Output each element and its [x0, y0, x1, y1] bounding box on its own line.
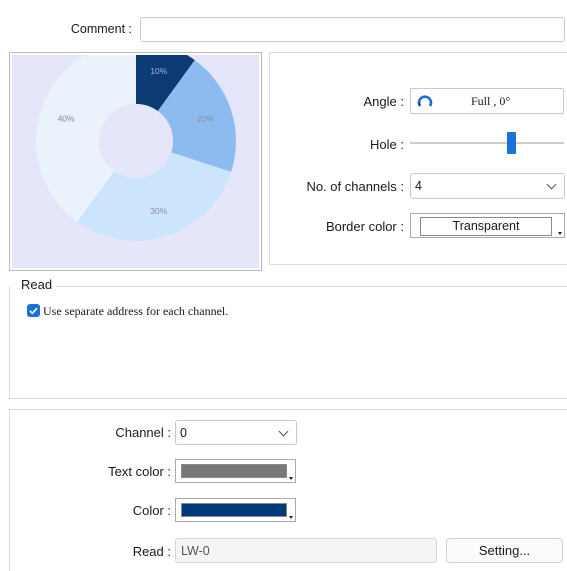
angle-label: Angle : — [363, 94, 404, 109]
border-color-button[interactable]: Transparent — [410, 213, 565, 238]
dropdown-arrow-icon — [289, 477, 293, 480]
hole-slider-thumb[interactable] — [507, 132, 516, 154]
channel-select[interactable]: 0 — [175, 420, 297, 445]
donut-chart: 10% 20% 30% 40% — [12, 55, 259, 268]
setting-button[interactable]: Setting... — [446, 538, 563, 563]
separate-address-checkbox[interactable] — [27, 304, 40, 317]
read-group-left-line — [9, 286, 10, 398]
border-color-label: Border color : — [325, 219, 404, 234]
text-color-button[interactable] — [175, 459, 296, 483]
text-color-swatch — [181, 464, 287, 478]
read-label: Read : — [132, 544, 171, 559]
read-group-top-line — [56, 286, 567, 287]
color-swatch — [181, 503, 287, 517]
donut-label-0: 10% — [150, 66, 167, 76]
angle-icon — [417, 93, 433, 109]
channels-value: 4 — [415, 179, 422, 193]
bottom-section-left-line — [9, 409, 10, 571]
border-color-swatch: Transparent — [420, 217, 552, 236]
text-color-label: Text color : — [108, 464, 171, 479]
read-group-title: Read — [19, 277, 56, 292]
channel-value: 0 — [180, 426, 187, 440]
hole-slider[interactable] — [410, 131, 564, 155]
channels-label: No. of channels : — [306, 179, 404, 194]
angle-value: Full , 0° — [471, 94, 511, 108]
hole-slider-track — [410, 142, 564, 144]
color-label: Color : — [132, 503, 171, 518]
color-button[interactable] — [175, 498, 296, 522]
channels-select[interactable]: 4 — [410, 173, 565, 199]
preview-panel: 10% 20% 30% 40% — [9, 52, 262, 271]
chevron-down-icon — [278, 426, 289, 437]
setting-button-label: Setting... — [478, 543, 531, 558]
angle-button[interactable]: Full , 0° — [410, 88, 564, 114]
bottom-section-top-line — [9, 409, 567, 410]
donut-label-3: 40% — [58, 113, 75, 123]
separate-address-label: Use separate address for each channel. — [43, 304, 229, 318]
read-group-bottom-line — [9, 398, 567, 399]
donut-label-1: 20% — [197, 113, 214, 123]
dropdown-arrow-icon — [558, 232, 562, 235]
comment-label: Comment : — [70, 22, 132, 36]
chevron-down-icon — [546, 179, 557, 190]
checkmark-icon — [29, 307, 38, 315]
hole-label: Hole : — [370, 137, 404, 152]
dropdown-arrow-icon — [289, 516, 293, 519]
channel-label: Channel : — [115, 425, 171, 440]
donut-hole — [99, 104, 173, 178]
read-address-field: LW-0 — [175, 538, 437, 563]
border-color-value: Transparent — [452, 219, 520, 233]
comment-input[interactable] — [140, 17, 565, 42]
read-address-value: LW-0 — [181, 544, 210, 558]
donut-label-2: 30% — [150, 206, 167, 216]
